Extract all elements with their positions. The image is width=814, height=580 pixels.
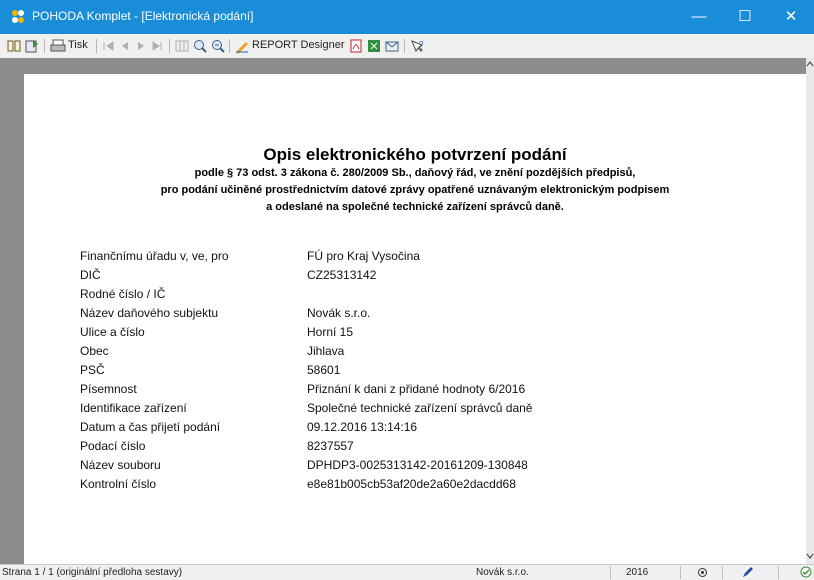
field-label: Podací číslo xyxy=(80,439,146,453)
toolbar-separator xyxy=(404,39,405,53)
field-label: Rodné číslo / IČ xyxy=(80,287,166,301)
report-viewer[interactable]: Opis elektronického potvrzení podání pod… xyxy=(0,58,806,564)
status-separator xyxy=(778,566,779,579)
minimize-button[interactable]: — xyxy=(676,0,722,34)
field-value: FÚ pro Kraj Vysočina xyxy=(307,249,420,263)
excel-icon[interactable] xyxy=(366,38,382,54)
field-value: DPHDP3-0025313142-20161209-130848 xyxy=(307,458,528,472)
report-designer-button[interactable]: REPORT Designer xyxy=(252,39,345,55)
close-button[interactable]: ✕ xyxy=(768,0,814,34)
title-bar: POHODA Komplet - [Elektronická podání] —… xyxy=(0,0,814,34)
accounting-icon[interactable] xyxy=(697,567,708,578)
field-value: 8237557 xyxy=(307,439,354,453)
status-year: 2016 xyxy=(626,567,649,578)
toolbar: Tisk REPORT Designer ? xyxy=(0,34,814,59)
field-label: Název daňového subjektu xyxy=(80,306,219,320)
document-subtitle-line: podle § 73 odst. 3 zákona č. 280/2009 Sb… xyxy=(194,167,636,179)
field-value: Novák s.r.o. xyxy=(307,306,371,320)
field-value: Jihlava xyxy=(307,344,345,358)
field-value: 09.12.2016 13:14:16 xyxy=(307,420,418,434)
field-value: Přiznání k dani z přidané hodnoty 6/2016 xyxy=(307,382,526,396)
scroll-up-icon[interactable] xyxy=(806,60,814,68)
check-icon[interactable] xyxy=(800,566,812,578)
report-page: Opis elektronického potvrzení podání pod… xyxy=(24,74,806,564)
next-page-icon[interactable] xyxy=(133,38,149,54)
pohoda-app-icon xyxy=(12,10,24,23)
field-value: Společné technické zařízení správců daně xyxy=(307,401,533,415)
pdf-icon[interactable] xyxy=(348,38,364,54)
field-label: Finančnímu úřadu v, ve, pro xyxy=(80,249,229,263)
export-icon[interactable] xyxy=(24,38,40,54)
field-value: 58601 xyxy=(307,363,341,377)
status-company: Novák s.r.o. xyxy=(476,567,529,578)
svg-text:?: ? xyxy=(419,40,424,49)
zoom-in-icon[interactable] xyxy=(192,38,208,54)
email-icon[interactable] xyxy=(384,38,400,54)
document-subtitle-line: a odeslané na společné technické zařízen… xyxy=(266,201,564,213)
printer-icon[interactable] xyxy=(50,38,66,54)
scroll-down-icon[interactable] xyxy=(806,552,814,560)
field-label: DIČ xyxy=(80,268,101,282)
report-designer-icon[interactable] xyxy=(234,38,250,54)
field-label: Ulice a číslo xyxy=(80,325,145,339)
page-view-icon[interactable] xyxy=(174,38,190,54)
document-title: Opis elektronického potvrzení podání xyxy=(263,145,567,164)
field-label: PSČ xyxy=(80,363,105,377)
status-separator xyxy=(680,566,681,579)
field-value: e8e81b005cb53af20de2a60e2dacdd68 xyxy=(307,477,516,491)
field-label: Název souboru xyxy=(80,458,161,472)
document-subtitle-line: pro podání učiněné prostřednictvím datov… xyxy=(160,184,670,196)
field-label: Datum a čas přijetí podání xyxy=(80,420,221,434)
field-label: Kontrolní číslo xyxy=(80,477,157,491)
toolbar-separator xyxy=(229,39,230,53)
field-label: Písemnost xyxy=(80,382,137,396)
maximize-button[interactable]: ☐ xyxy=(722,0,768,34)
field-label: Obec xyxy=(80,344,109,358)
first-page-icon[interactable] xyxy=(101,38,117,54)
toolbar-separator xyxy=(44,39,45,53)
toolbar-separator xyxy=(169,39,170,53)
open-book-icon[interactable] xyxy=(6,38,22,54)
status-bar: Strana 1 / 1 (originální předloha sestav… xyxy=(0,564,814,580)
vertical-scrollbar[interactable] xyxy=(806,58,814,564)
previous-page-icon[interactable] xyxy=(117,38,133,54)
window-title: POHODA Komplet - [Elektronická podání] xyxy=(32,9,254,23)
last-page-icon[interactable] xyxy=(149,38,165,54)
status-separator xyxy=(722,566,723,579)
status-page-info: Strana 1 / 1 (originální předloha sestav… xyxy=(2,567,183,578)
field-value: CZ25313142 xyxy=(307,268,377,282)
toolbar-separator xyxy=(96,39,97,53)
zoom-out-icon[interactable] xyxy=(210,38,226,54)
field-label: Identifikace zařízení xyxy=(80,401,187,415)
help-icon[interactable]: ? xyxy=(409,38,425,54)
pen-icon[interactable] xyxy=(742,566,754,578)
print-button[interactable]: Tisk xyxy=(68,39,88,55)
field-value: Horní 15 xyxy=(307,325,354,339)
status-separator xyxy=(610,566,611,579)
